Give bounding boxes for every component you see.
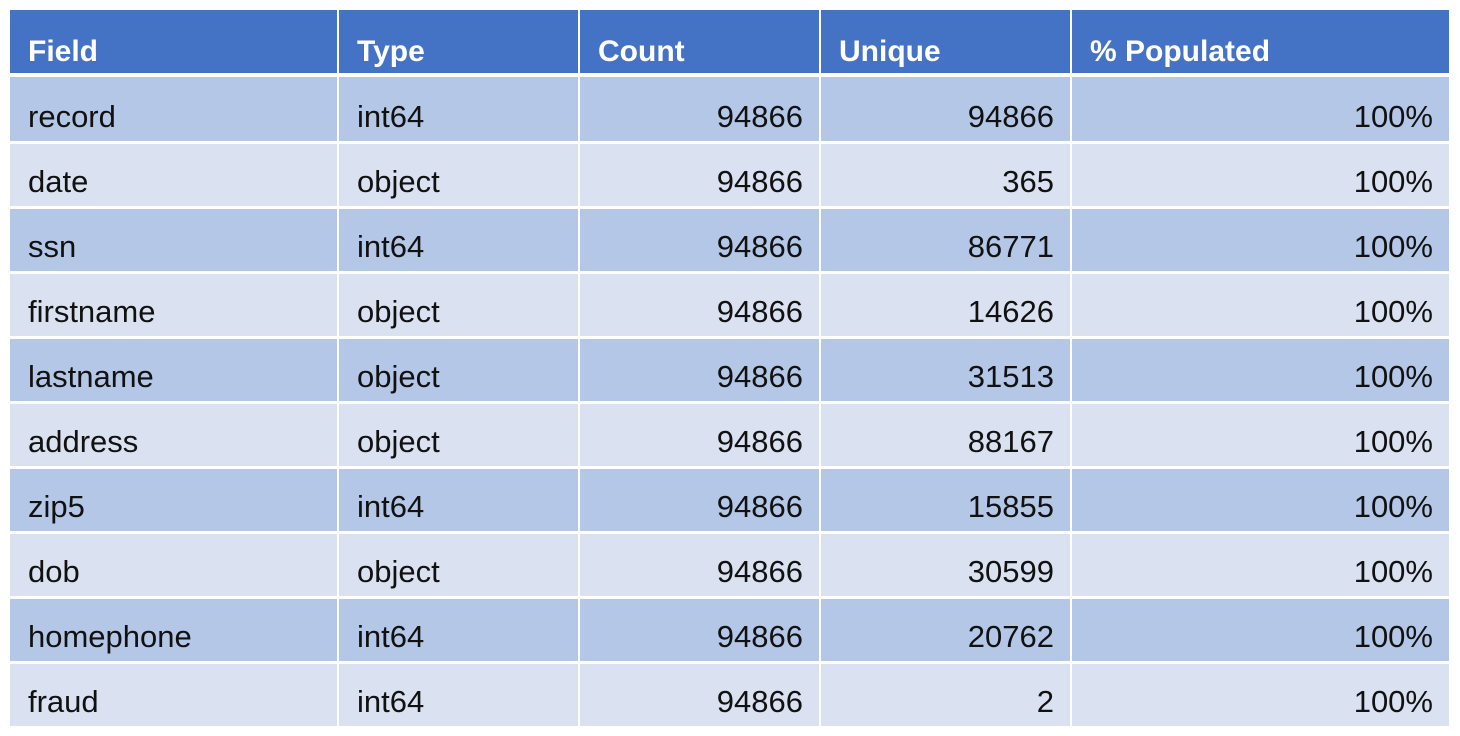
cell-count: 94866 [580, 599, 821, 664]
cell-populated: 100% [1072, 209, 1449, 274]
cell-type: int64 [339, 469, 580, 534]
cell-unique: 94866 [821, 77, 1072, 144]
cell-populated: 100% [1072, 664, 1449, 729]
cell-unique: 2 [821, 664, 1072, 729]
cell-unique: 86771 [821, 209, 1072, 274]
cell-populated: 100% [1072, 469, 1449, 534]
header-field: Field [10, 10, 339, 77]
cell-populated: 100% [1072, 599, 1449, 664]
cell-type: int64 [339, 77, 580, 144]
table-row: firstname object 94866 14626 100% [10, 274, 1449, 339]
header-populated: % Populated [1072, 10, 1449, 77]
cell-field: ssn [10, 209, 339, 274]
cell-type: int64 [339, 664, 580, 729]
cell-field: firstname [10, 274, 339, 339]
header-type: Type [339, 10, 580, 77]
cell-field: date [10, 144, 339, 209]
table-row: ssn int64 94866 86771 100% [10, 209, 1449, 274]
cell-field: address [10, 404, 339, 469]
table-body: record int64 94866 94866 100% date objec… [10, 77, 1449, 729]
cell-field: zip5 [10, 469, 339, 534]
cell-unique: 30599 [821, 534, 1072, 599]
cell-field: fraud [10, 664, 339, 729]
cell-type: object [339, 339, 580, 404]
cell-populated: 100% [1072, 534, 1449, 599]
cell-type: int64 [339, 209, 580, 274]
cell-field: homephone [10, 599, 339, 664]
cell-count: 94866 [580, 274, 821, 339]
cell-field: lastname [10, 339, 339, 404]
table-row: address object 94866 88167 100% [10, 404, 1449, 469]
field-summary-table-container: Field Type Count Unique % Populated reco… [10, 10, 1449, 729]
cell-type: int64 [339, 599, 580, 664]
cell-populated: 100% [1072, 274, 1449, 339]
cell-type: object [339, 144, 580, 209]
cell-count: 94866 [580, 404, 821, 469]
header-unique: Unique [821, 10, 1072, 77]
table-header: Field Type Count Unique % Populated [10, 10, 1449, 77]
cell-type: object [339, 534, 580, 599]
cell-unique: 365 [821, 144, 1072, 209]
cell-populated: 100% [1072, 144, 1449, 209]
table-row: fraud int64 94866 2 100% [10, 664, 1449, 729]
cell-count: 94866 [580, 664, 821, 729]
cell-count: 94866 [580, 77, 821, 144]
cell-count: 94866 [580, 209, 821, 274]
cell-count: 94866 [580, 534, 821, 599]
cell-count: 94866 [580, 339, 821, 404]
header-row: Field Type Count Unique % Populated [10, 10, 1449, 77]
cell-field: dob [10, 534, 339, 599]
cell-unique: 20762 [821, 599, 1072, 664]
cell-unique: 15855 [821, 469, 1072, 534]
table-row: date object 94866 365 100% [10, 144, 1449, 209]
cell-count: 94866 [580, 469, 821, 534]
table-row: record int64 94866 94866 100% [10, 77, 1449, 144]
cell-type: object [339, 404, 580, 469]
table-row: lastname object 94866 31513 100% [10, 339, 1449, 404]
cell-type: object [339, 274, 580, 339]
table-row: dob object 94866 30599 100% [10, 534, 1449, 599]
field-summary-table: Field Type Count Unique % Populated reco… [10, 10, 1449, 729]
cell-populated: 100% [1072, 404, 1449, 469]
cell-unique: 14626 [821, 274, 1072, 339]
table-row: zip5 int64 94866 15855 100% [10, 469, 1449, 534]
cell-populated: 100% [1072, 339, 1449, 404]
header-count: Count [580, 10, 821, 77]
cell-populated: 100% [1072, 77, 1449, 144]
table-row: homephone int64 94866 20762 100% [10, 599, 1449, 664]
cell-unique: 31513 [821, 339, 1072, 404]
cell-count: 94866 [580, 144, 821, 209]
cell-field: record [10, 77, 339, 144]
cell-unique: 88167 [821, 404, 1072, 469]
